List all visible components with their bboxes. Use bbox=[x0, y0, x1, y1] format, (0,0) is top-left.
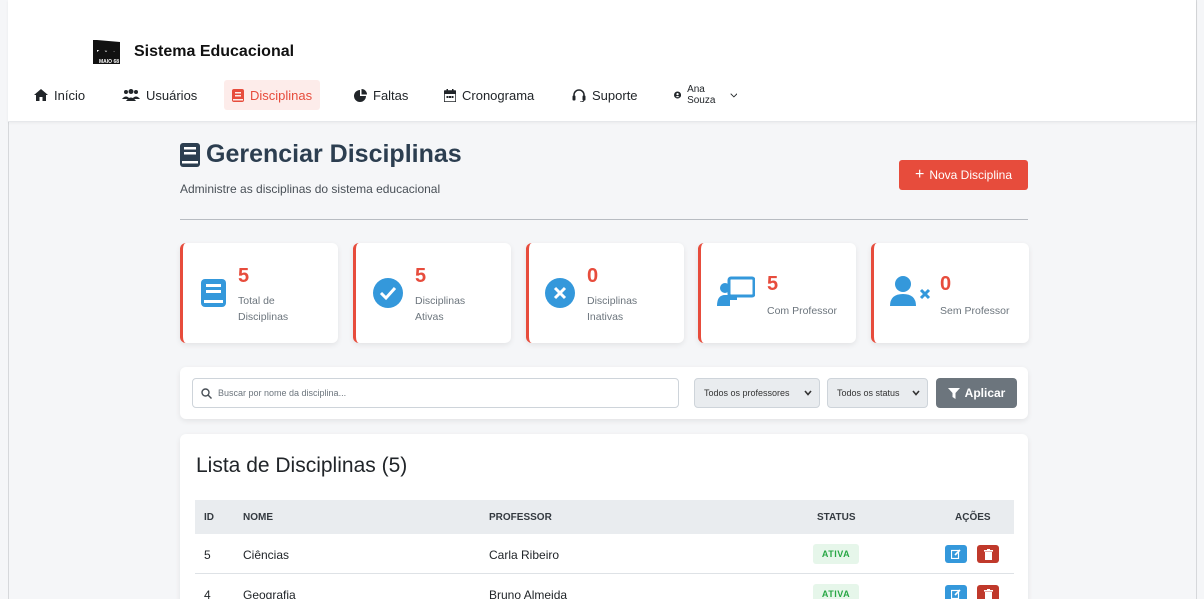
page-title-text: Gerenciar Disciplinas bbox=[206, 140, 462, 168]
cell-id: 5 bbox=[204, 548, 211, 562]
book-icon bbox=[201, 279, 226, 307]
headset-icon bbox=[572, 88, 586, 102]
nav-label: Início bbox=[54, 87, 86, 103]
stat-label: Sem Professor bbox=[940, 305, 1010, 317]
stat-value: 5 bbox=[767, 273, 779, 295]
stat-value: 0 bbox=[940, 273, 952, 295]
chevron-down-icon bbox=[729, 92, 737, 98]
professor-select[interactable]: Todos os professores bbox=[694, 378, 820, 408]
edit-button[interactable] bbox=[945, 545, 967, 563]
stat-card-without-teacher: 0 Sem Professor bbox=[871, 243, 1029, 343]
trash-icon bbox=[983, 548, 993, 560]
users-icon bbox=[122, 89, 140, 101]
check-circle-icon bbox=[373, 278, 403, 308]
search-placeholder: Buscar por nome da disciplina... bbox=[218, 388, 347, 398]
stat-value: 5 bbox=[415, 265, 427, 287]
nav-label: Suporte bbox=[592, 87, 638, 103]
user-x-icon bbox=[890, 276, 931, 306]
cell-professor: Carla Ribeiro bbox=[489, 548, 560, 562]
stat-label: Disciplinas Ativas bbox=[415, 295, 466, 323]
discipline-list-card: Lista de Disciplinas (5) ID NOME PROFESS… bbox=[180, 434, 1028, 599]
nav-item-disciplinas[interactable]: Disciplinas bbox=[224, 80, 321, 110]
nav-item-inicio[interactable]: Início bbox=[26, 80, 93, 110]
nav-item-cronograma[interactable]: Cronograma bbox=[436, 80, 542, 110]
edit-icon bbox=[951, 589, 961, 599]
cell-nome: Geografia bbox=[243, 588, 296, 599]
nav-item-faltas[interactable]: Faltas bbox=[346, 80, 416, 110]
filter-icon bbox=[947, 387, 960, 399]
search-icon bbox=[201, 387, 212, 399]
stat-card-inactive: 0 Disciplinas Inativas bbox=[526, 243, 684, 343]
delete-button[interactable] bbox=[977, 585, 999, 599]
chevron-down-icon bbox=[804, 390, 812, 396]
stat-card-with-teacher: 5 Com Professor bbox=[698, 243, 856, 343]
svg-text:MAIO 68: MAIO 68 bbox=[99, 59, 119, 65]
brand[interactable]: MAIO 68 Sistema Educacional bbox=[90, 38, 294, 66]
column-header-id[interactable]: ID bbox=[204, 512, 214, 523]
cell-nome: Ciências bbox=[243, 548, 290, 562]
logo-icon: MAIO 68 bbox=[90, 38, 124, 66]
status-badge: ATIVA bbox=[813, 544, 859, 564]
stat-card-total: 5 Total de Disciplinas bbox=[180, 243, 338, 343]
page-border-right bbox=[1196, 0, 1197, 599]
teacher-icon bbox=[717, 276, 755, 306]
plus-icon: + bbox=[914, 166, 925, 183]
apply-label: Aplicar bbox=[964, 386, 1006, 400]
divider bbox=[180, 219, 1028, 220]
chevron-down-icon bbox=[912, 390, 920, 396]
stat-card-active: 5 Disciplinas Ativas bbox=[353, 243, 511, 343]
cell-id: 4 bbox=[204, 588, 211, 599]
edit-button[interactable] bbox=[945, 585, 967, 599]
trash-icon bbox=[983, 588, 993, 599]
apply-filter-button[interactable]: Aplicar bbox=[936, 378, 1017, 408]
column-header-acoes: AÇÕES bbox=[955, 512, 991, 523]
column-header-nome[interactable]: NOME bbox=[243, 512, 273, 523]
nav-label: Cronograma bbox=[462, 87, 535, 103]
status-select[interactable]: Todos os status bbox=[827, 378, 928, 408]
status-select-value: Todos os status bbox=[837, 388, 900, 398]
nav-label: Faltas bbox=[373, 87, 409, 103]
column-header-professor[interactable]: PROFESSOR bbox=[489, 512, 552, 523]
cell-professor: Bruno Almeida bbox=[489, 588, 568, 599]
stat-value: 5 bbox=[238, 265, 250, 287]
new-discipline-button[interactable]: + Nova Disciplina bbox=[899, 160, 1028, 190]
nav-item-usuarios[interactable]: Usuários bbox=[114, 80, 205, 110]
table-row: 4 Geografia Bruno Almeida ATIVA bbox=[195, 574, 1014, 599]
filter-bar: Buscar por nome da disciplina... Todos o… bbox=[180, 367, 1028, 419]
book-icon bbox=[180, 142, 200, 167]
new-discipline-label: Nova Disciplina bbox=[929, 168, 1013, 182]
search-input[interactable]: Buscar por nome da disciplina... bbox=[192, 378, 679, 408]
delete-button[interactable] bbox=[977, 545, 999, 563]
table-header: ID NOME PROFESSOR STATUS AÇÕES bbox=[195, 500, 1014, 534]
user-circle-icon bbox=[674, 91, 682, 99]
x-circle-icon bbox=[545, 278, 575, 308]
pie-chart-icon bbox=[354, 88, 367, 102]
stat-value: 0 bbox=[587, 265, 599, 287]
nav-label: Disciplinas bbox=[250, 87, 313, 103]
table-row: 5 Ciências Carla Ribeiro ATIVA bbox=[195, 534, 1014, 574]
nav-item-suporte[interactable]: Suporte bbox=[564, 80, 646, 110]
list-title: Lista de Disciplinas (5) bbox=[196, 454, 408, 477]
column-header-status[interactable]: STATUS bbox=[817, 512, 856, 523]
edit-icon bbox=[951, 549, 961, 559]
professor-select-value: Todos os professores bbox=[704, 388, 790, 398]
status-badge: ATIVA bbox=[813, 584, 859, 599]
user-name: Ana Souza bbox=[687, 84, 716, 106]
calendar-icon bbox=[444, 88, 456, 102]
stat-label: Disciplinas Inativas bbox=[587, 295, 638, 323]
home-icon bbox=[34, 89, 48, 101]
page-title: Gerenciar Disciplinas bbox=[180, 140, 462, 169]
stat-label: Total de Disciplinas bbox=[238, 295, 289, 323]
page-subtitle: Administre as disciplinas do sistema edu… bbox=[180, 182, 441, 196]
user-menu[interactable]: Ana Souza bbox=[666, 80, 751, 110]
stat-label: Com Professor bbox=[767, 305, 838, 317]
book-icon bbox=[232, 88, 244, 102]
app-title: Sistema Educacional bbox=[134, 43, 295, 60]
nav-label: Usuários bbox=[146, 87, 198, 103]
